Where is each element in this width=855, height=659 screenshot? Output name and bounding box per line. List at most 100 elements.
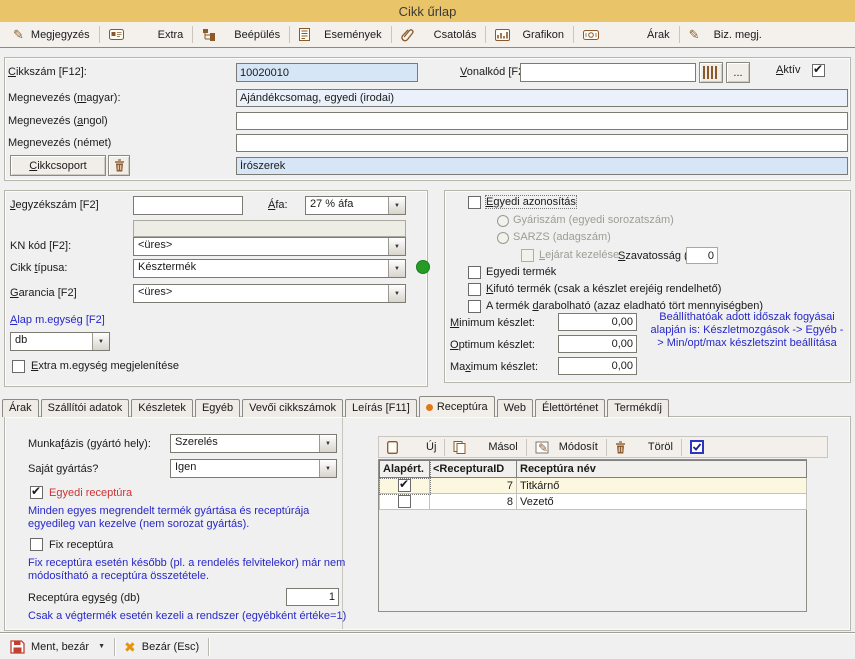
cikkcsoport-button-label: Cikkcsoport bbox=[29, 160, 86, 172]
cikkcsoport-value-field[interactable] bbox=[236, 157, 848, 175]
fix-receptura-hint: Fix receptúra esetén később (pl. a rende… bbox=[28, 557, 376, 583]
cikkcsoport-button[interactable]: Cikkcsoport bbox=[10, 155, 106, 176]
tab-arak[interactable]: Árak bbox=[2, 399, 39, 417]
tab-termekdij[interactable]: Termékdíj bbox=[607, 399, 669, 417]
cell-receptura-id[interactable]: 8 bbox=[430, 494, 517, 510]
chevron-down-icon[interactable]: ▼ bbox=[388, 197, 405, 214]
tab-szallitoi-adatok[interactable]: Szállítói adatok bbox=[41, 399, 130, 417]
toolbar-button-biz-megj[interactable]: ✎ Biz. megj. bbox=[680, 24, 771, 46]
cell-receptura-nev[interactable]: Titkárnő bbox=[517, 478, 807, 494]
table-row[interactable]: 8 Vezető bbox=[380, 494, 807, 510]
banknote-icon bbox=[583, 30, 599, 40]
vonalkod-input[interactable] bbox=[520, 63, 696, 82]
optimum-input[interactable] bbox=[558, 335, 637, 353]
jegyzekszam-input[interactable] bbox=[133, 196, 243, 215]
lejarat-checkbox[interactable] bbox=[521, 249, 534, 262]
col-header-alapert[interactable]: Alapért. bbox=[380, 461, 430, 478]
close-label: Bezár (Esc) bbox=[142, 641, 199, 653]
grid-checkall-button[interactable] bbox=[682, 437, 712, 457]
cell-receptura-id[interactable]: 7 bbox=[430, 478, 517, 494]
save-close-button[interactable]: Ment, bezár ▼ bbox=[4, 636, 111, 658]
tab-label: Egyéb bbox=[202, 400, 233, 417]
col-header-receptura-id[interactable]: <RecepturaID bbox=[430, 461, 517, 478]
gyariszam-label: Gyáriszám (egyedi sorozatszám) bbox=[513, 214, 674, 226]
tab-receptura[interactable]: Receptúra bbox=[419, 396, 495, 417]
alapert-checkbox[interactable] bbox=[398, 479, 411, 492]
garancia-select[interactable]: <üres> ▼ bbox=[133, 284, 406, 303]
chevron-down-icon[interactable]: ▼ bbox=[388, 285, 405, 302]
megnevezes-angol-input[interactable] bbox=[236, 112, 848, 130]
chevron-down-icon[interactable]: ▼ bbox=[319, 435, 336, 452]
receptura-egyseg-label: Receptúra egység (db) bbox=[28, 592, 140, 604]
szavatossag-input[interactable] bbox=[686, 247, 718, 264]
egyedi-azonositas-checkbox[interactable] bbox=[468, 196, 481, 209]
kn-kod-select[interactable]: <üres> ▼ bbox=[133, 237, 406, 256]
tab-egyeb[interactable]: Egyéb bbox=[195, 399, 240, 417]
toolbar-label: Árak bbox=[647, 29, 670, 41]
chevron-down-icon[interactable]: ▼ bbox=[388, 238, 405, 255]
tab-web[interactable]: Web bbox=[497, 399, 533, 417]
toolbar-button-megjegyzes[interactable]: ✎ Megjegyzés bbox=[4, 24, 99, 46]
cell-receptura-nev[interactable]: Vezető bbox=[517, 494, 807, 510]
garancia-value: <üres> bbox=[134, 285, 388, 302]
sajat-gyartas-label: Saját gyártás? bbox=[28, 463, 98, 475]
sarzs-radio[interactable] bbox=[497, 232, 509, 244]
toolbar-button-grafikon[interactable]: Grafikon bbox=[486, 24, 573, 46]
fix-receptura-checkbox[interactable] bbox=[30, 538, 43, 551]
cell-alapert[interactable] bbox=[380, 494, 430, 510]
pencil-icon: ✎ bbox=[13, 28, 24, 41]
cikkcsoport-clear-button[interactable] bbox=[108, 155, 130, 176]
chevron-down-icon[interactable]: ▼ bbox=[388, 260, 405, 277]
egyedi-termek-checkbox[interactable] bbox=[468, 266, 481, 279]
tab-leiras[interactable]: Leírás [F11] bbox=[345, 399, 417, 417]
cell-alapert[interactable] bbox=[380, 478, 430, 494]
megnevezes-magyar-label: Megnevezés (magyar): bbox=[8, 92, 121, 104]
kifuto-checkbox[interactable] bbox=[468, 283, 481, 296]
more-button[interactable]: ... bbox=[726, 62, 750, 83]
save-close-label: Ment, bezár bbox=[31, 641, 89, 653]
receptura-egyseg-input[interactable] bbox=[286, 588, 339, 606]
sajat-gyartas-select[interactable]: Igen ▼ bbox=[170, 459, 337, 478]
keszlet-hint: Beállíthatóak adott időszak fogyásai ala… bbox=[648, 311, 846, 350]
maximum-input[interactable] bbox=[558, 357, 637, 375]
tab-keszletek[interactable]: Készletek bbox=[131, 399, 193, 417]
minimum-input[interactable] bbox=[558, 313, 637, 331]
table-row[interactable]: 7 Titkárnő bbox=[380, 478, 807, 494]
statusbar-separator bbox=[114, 638, 115, 656]
egyedi-receptura-checkbox[interactable] bbox=[30, 486, 43, 499]
chevron-down-icon[interactable]: ▼ bbox=[92, 333, 109, 350]
aktiv-checkbox[interactable] bbox=[812, 64, 825, 77]
grid-copy-button[interactable]: Másol bbox=[445, 437, 525, 457]
grid-edit-button[interactable]: ✎ Módosít bbox=[527, 437, 606, 457]
barcode-button[interactable] bbox=[699, 62, 723, 83]
toolbar-button-csatolas[interactable]: Csatolás bbox=[392, 24, 486, 46]
alapert-checkbox[interactable] bbox=[398, 495, 411, 508]
grid-delete-button[interactable]: Töröl bbox=[607, 437, 681, 457]
megnevezes-nemet-label: Megnevezés (német) bbox=[8, 137, 111, 149]
col-header-receptura-nev[interactable]: Receptúra név bbox=[517, 461, 807, 478]
close-button[interactable]: ✖ Bezár (Esc) bbox=[118, 636, 205, 658]
toolbar-button-extra[interactable]: Extra bbox=[100, 24, 193, 46]
toolbar-button-esemenyek[interactable]: Események bbox=[290, 24, 390, 46]
egyedi-azonositas-label: Egyedi azonosítás bbox=[486, 196, 576, 208]
tab-elettortenet[interactable]: Élettörténet bbox=[535, 399, 605, 417]
cikk-urlap-window: Cikk űrlap ✎ Megjegyzés Extra Beépülés E… bbox=[0, 0, 855, 659]
alap-megyseg-value: db bbox=[11, 333, 92, 350]
darabolhato-checkbox[interactable] bbox=[468, 300, 481, 313]
trash-icon bbox=[615, 441, 626, 454]
megnevezes-nemet-input[interactable] bbox=[236, 134, 848, 152]
cikk-tipusa-select[interactable]: Késztermék ▼ bbox=[133, 259, 406, 278]
megnevezes-magyar-input[interactable] bbox=[236, 89, 848, 107]
extra-megyseg-checkbox[interactable] bbox=[12, 360, 25, 373]
chevron-down-icon[interactable]: ▼ bbox=[319, 460, 336, 477]
gyariszam-radio[interactable] bbox=[497, 215, 509, 227]
afa-select[interactable]: 27 % áfa ▼ bbox=[305, 196, 406, 215]
tab-vevoi-cikkszamok[interactable]: Vevői cikkszámok bbox=[242, 399, 343, 417]
grid-new-button[interactable]: Új bbox=[379, 437, 444, 457]
alap-megyseg-select[interactable]: db ▼ bbox=[10, 332, 110, 351]
toolbar-button-arak[interactable]: Árak bbox=[574, 24, 679, 46]
munkafazis-select[interactable]: Szerelés ▼ bbox=[170, 434, 337, 453]
toolbar-button-beepules[interactable]: Beépülés bbox=[193, 24, 289, 46]
alap-megyseg-link[interactable]: Alap m.egység [F2] bbox=[10, 314, 105, 326]
cikkszam-input[interactable] bbox=[236, 63, 418, 82]
